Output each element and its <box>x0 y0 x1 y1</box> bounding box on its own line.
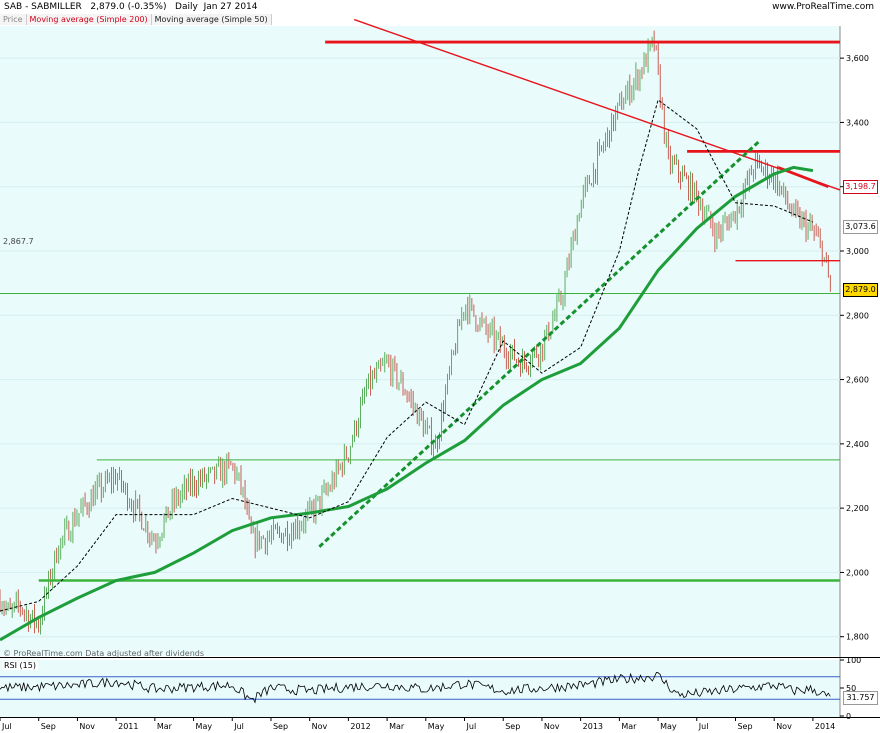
xtick-label: Jul <box>466 722 477 731</box>
xtick-label: 2011 <box>118 722 138 731</box>
ytick-label: 2,000 <box>846 568 869 577</box>
xtick-label: Sep <box>737 722 752 731</box>
xtick-label: 2012 <box>350 722 370 731</box>
last-price: 2,879.0 (-0.35%) <box>90 2 167 12</box>
ytick-label: 2,600 <box>846 376 869 385</box>
xtick-label: Sep <box>41 722 56 731</box>
header-symbol-line: SAB - SABMILLER 2,879.0 (-0.35%) Daily J… <box>4 0 258 14</box>
xtick-label: Nov <box>544 722 560 731</box>
ytick-label: 3,600 <box>846 54 869 63</box>
level-label-2867: 2,867.7 <box>3 237 34 246</box>
tab-price[interactable]: Price <box>0 14 27 25</box>
rsi-last-value: 31.757 <box>843 691 878 706</box>
website-link[interactable]: www.ProRealTime.com <box>772 0 874 14</box>
xtick-label: Nov <box>79 722 95 731</box>
stock-chart: 3,6003,4003,2003,0002,8002,6002,4002,200… <box>0 18 880 731</box>
xtick-label: Nov <box>312 722 328 731</box>
date: Jan 27 2014 <box>203 2 258 12</box>
ytick-label: 2,800 <box>846 311 869 320</box>
price-tag-ma50: 3,198.7 <box>843 180 878 195</box>
xtick-label: May <box>660 722 677 731</box>
symbol: SAB - SABMILLER <box>4 2 82 12</box>
ytick-label: 3,000 <box>846 247 869 256</box>
price-panel-bg <box>0 26 840 656</box>
xtick-label: Sep <box>505 722 520 731</box>
xtick-label: May <box>428 722 445 731</box>
ytick-label: 3,400 <box>846 118 869 127</box>
indicator-tabs: Price Moving average (Simple 200) Moving a… <box>0 14 272 25</box>
tab-ma200[interactable]: Moving average (Simple 200) <box>26 14 152 25</box>
price-tag-ma200: 3,073.6 <box>843 220 878 235</box>
rsi-label: RSI (15) <box>2 661 38 670</box>
copyright-note: © ProRealTime.com Data adjusted after di… <box>3 649 205 658</box>
xtick-label: Mar <box>389 722 405 731</box>
rsi-ytick-label: 100 <box>846 656 861 665</box>
xtick-label: Mar <box>157 722 173 731</box>
xtick-label: Jul <box>233 722 244 731</box>
ytick-label: 2,400 <box>846 440 869 449</box>
tab-ma50[interactable]: Moving average (Simple 50) <box>151 14 272 25</box>
xtick-label: Jul <box>698 722 709 731</box>
xtick-label: Mar <box>621 722 637 731</box>
ytick-label: 2,200 <box>846 504 869 513</box>
xtick-label: 2013 <box>583 722 603 731</box>
xtick-label: 2014 <box>815 722 835 731</box>
xtick-label: Jul <box>1 722 12 731</box>
xtick-label: Sep <box>273 722 288 731</box>
price-tag-last: 2,879.0 <box>843 282 878 297</box>
ytick-label: 1,800 <box>846 633 869 642</box>
rsi-ytick-label: 0 <box>846 712 851 721</box>
period: Daily <box>175 2 198 12</box>
chart-header: SAB - SABMILLER 2,879.0 (-0.35%) Daily J… <box>0 0 880 14</box>
xtick-label: May <box>196 722 213 731</box>
xtick-label: Nov <box>776 722 792 731</box>
